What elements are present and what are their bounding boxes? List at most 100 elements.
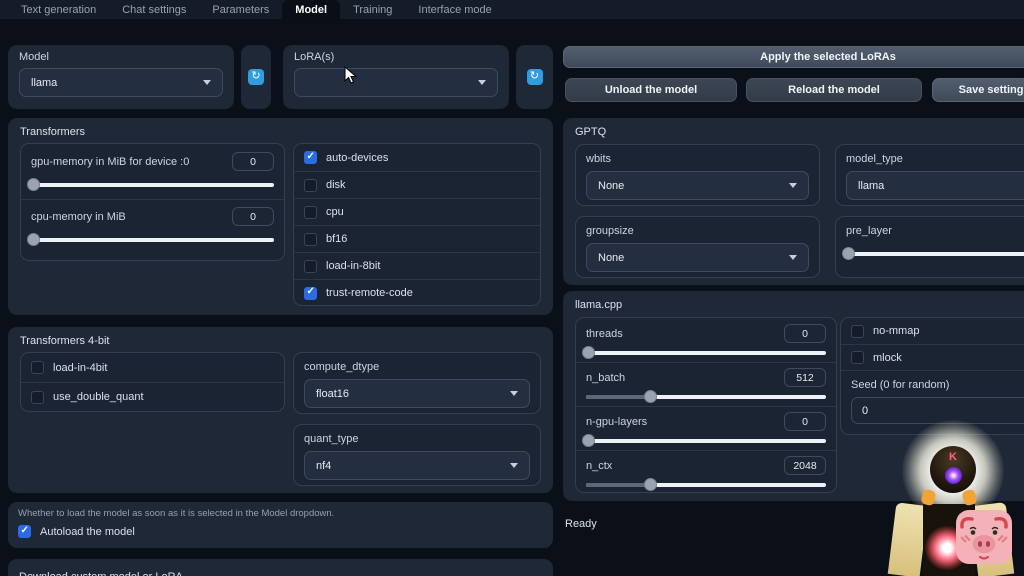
slider-handle[interactable]: [644, 390, 657, 403]
lora-refresh-panel: ↻: [516, 45, 553, 109]
threads-slider[interactable]: [586, 346, 826, 359]
top-tab-bar: Text generation Chat settings Parameters…: [0, 0, 1024, 19]
slider-track: [586, 439, 826, 443]
autoload-panel: Whether to load the model as soon as it …: [8, 502, 553, 548]
checkbox-load-in-8bit[interactable]: load-in-8bit: [294, 252, 540, 279]
slider-handle[interactable]: [842, 247, 855, 260]
slider-fill: [586, 483, 648, 487]
model-select-panel: Model llama: [8, 45, 234, 109]
n-gpu-layers-value[interactable]: 0: [784, 412, 826, 431]
pre-layer-slider[interactable]: [846, 247, 1024, 260]
model-type-value: llama: [858, 180, 884, 192]
lora-select-panel: LoRA(s): [283, 45, 509, 109]
checkbox-label: bf16: [326, 233, 347, 245]
checkbox-icon[interactable]: [31, 391, 44, 404]
chevron-down-icon: [789, 255, 797, 260]
checkbox-icon[interactable]: [304, 287, 317, 300]
seed-label: Seed (0 for random): [851, 379, 1024, 391]
slider-handle[interactable]: [27, 178, 40, 191]
reload-model-button[interactable]: Reload the model: [746, 78, 922, 102]
checkbox-icon[interactable]: [304, 233, 317, 246]
unload-model-button[interactable]: Unload the model: [565, 78, 737, 102]
download-panel: Download custom model or LoRA: [8, 559, 553, 576]
checkbox-disk[interactable]: disk: [294, 171, 540, 198]
model-tab-page: Text generation Chat settings Parameters…: [0, 0, 1024, 576]
checkbox-use-double-quant[interactable]: use_double_quant: [21, 382, 284, 411]
groupsize-value: None: [598, 252, 624, 264]
checkbox-auto-devices[interactable]: auto-devices: [294, 144, 540, 171]
cpu-memory-value[interactable]: 0: [232, 207, 274, 226]
checkbox-icon[interactable]: [304, 179, 317, 192]
n-batch-value[interactable]: 512: [784, 368, 826, 387]
gpu-memory-label: gpu-memory in MiB for device :0: [31, 156, 189, 168]
model-type-dropdown[interactable]: llama: [846, 171, 1024, 200]
quant-type-group: quant_type nf4: [293, 424, 541, 486]
n-ctx-value[interactable]: 2048: [784, 456, 826, 475]
checkbox-autoload-model[interactable]: Autoload the model: [18, 525, 543, 538]
checkbox-label: auto-devices: [326, 152, 388, 164]
gpu-memory-value[interactable]: 0: [232, 152, 274, 171]
tab-chat-settings[interactable]: Chat settings: [109, 0, 199, 19]
checkbox-icon[interactable]: [304, 260, 317, 273]
tab-interface-mode[interactable]: Interface mode: [405, 0, 504, 19]
pre-layer-group: pre_layer: [835, 216, 1024, 278]
checkbox-label: load-in-8bit: [326, 260, 380, 272]
n-batch-slider[interactable]: [586, 390, 826, 403]
transformers-4bit-title: Transformers 4-bit: [20, 335, 109, 347]
checkbox-cpu[interactable]: cpu: [294, 198, 540, 225]
avatar-jacket-left: [888, 502, 929, 576]
quant-type-dropdown[interactable]: nf4: [304, 451, 530, 480]
checkbox-icon[interactable]: [304, 151, 317, 164]
checkbox-icon[interactable]: [851, 325, 864, 338]
n-ctx-slider[interactable]: [586, 478, 826, 491]
wbits-value: None: [598, 180, 624, 192]
compute-dtype-label: compute_dtype: [304, 361, 530, 373]
transformers-title: Transformers: [20, 126, 85, 138]
checkbox-bf16[interactable]: bf16: [294, 225, 540, 252]
chevron-down-icon: [510, 463, 518, 468]
groupsize-dropdown[interactable]: None: [586, 243, 809, 272]
slider-handle[interactable]: [27, 233, 40, 246]
checkbox-load-in-4bit[interactable]: load-in-4bit: [21, 353, 284, 382]
model-type-label: model_type: [846, 153, 1024, 165]
compute-dtype-dropdown[interactable]: float16: [304, 379, 530, 408]
compute-dtype-value: float16: [316, 388, 349, 400]
lora-dropdown[interactable]: [294, 68, 498, 97]
avatar-chest-glow: [925, 526, 969, 570]
wbits-dropdown[interactable]: None: [586, 171, 809, 200]
gpu-memory-slider[interactable]: [31, 178, 274, 191]
checkbox-trust-remote-code[interactable]: trust-remote-code: [294, 279, 540, 306]
autoload-hint: Whether to load the model as soon as it …: [18, 508, 543, 519]
n-gpu-layers-slider[interactable]: [586, 434, 826, 447]
quant-type-label: quant_type: [304, 433, 530, 445]
checkbox-label: disk: [326, 179, 346, 191]
lora-label: LoRA(s): [294, 51, 498, 63]
slider-handle[interactable]: [644, 478, 657, 491]
cpu-memory-slider[interactable]: [31, 233, 274, 246]
save-settings-button[interactable]: Save settings for this model: [932, 78, 1024, 102]
model-type-group: model_type llama: [835, 144, 1024, 206]
model-dropdown[interactable]: llama: [19, 68, 223, 97]
chevron-down-icon: [510, 391, 518, 396]
checkbox-icon[interactable]: [851, 351, 864, 364]
apply-loras-button[interactable]: Apply the selected LoRAs: [563, 46, 1024, 68]
cpu-memory-label: cpu-memory in MiB: [31, 211, 126, 223]
threads-label: threads: [586, 328, 623, 340]
slider-handle[interactable]: [582, 434, 595, 447]
lora-refresh-icon[interactable]: ↻: [527, 69, 543, 85]
tab-text-generation[interactable]: Text generation: [8, 0, 109, 19]
checkbox-mlock[interactable]: mlock: [841, 344, 1024, 370]
checkbox-icon[interactable]: [31, 361, 44, 374]
threads-value[interactable]: 0: [784, 324, 826, 343]
checkbox-no-mmap[interactable]: no-mmap: [841, 318, 1024, 344]
tab-parameters[interactable]: Parameters: [199, 0, 282, 19]
model-refresh-icon[interactable]: ↻: [248, 69, 264, 85]
checkbox-icon[interactable]: [18, 525, 31, 538]
seed-input[interactable]: 0: [851, 397, 1024, 424]
checkbox-label: cpu: [326, 206, 344, 218]
tab-model[interactable]: Model: [282, 0, 340, 19]
pig-face-icon: [956, 510, 1012, 564]
checkbox-icon[interactable]: [304, 206, 317, 219]
tab-training[interactable]: Training: [340, 0, 405, 19]
slider-handle[interactable]: [582, 346, 595, 359]
